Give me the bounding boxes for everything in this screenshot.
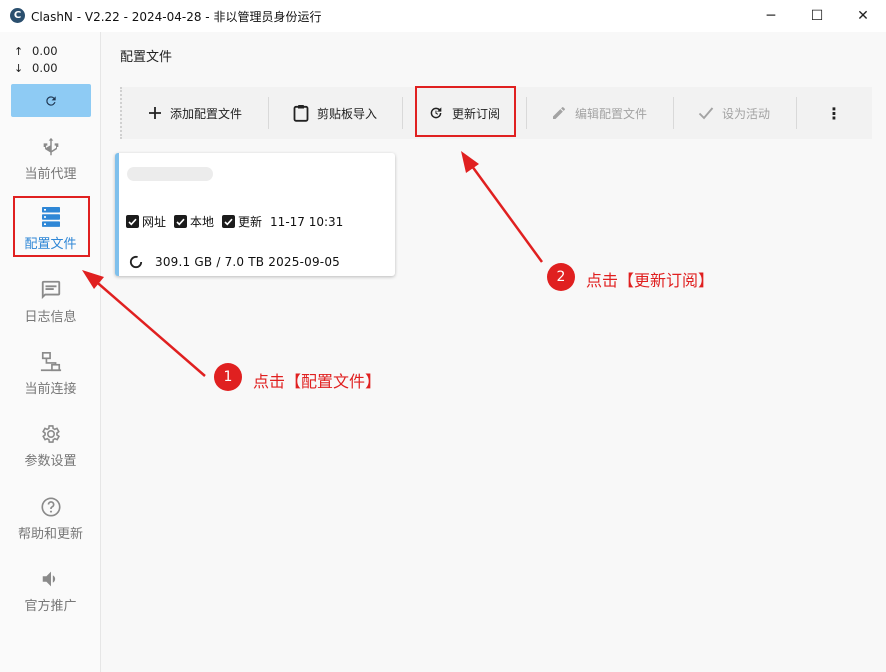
network-icon: [40, 347, 62, 373]
flag-label: 本地: [190, 215, 215, 229]
app-logo-icon: C: [10, 8, 25, 23]
sidebar-item-label: 帮助和更新: [17, 527, 83, 542]
clipboard-import-label: 剪贴板导入: [317, 106, 378, 121]
flag-label: 网址: [142, 215, 167, 229]
step-2-text: 点击【更新订阅】: [586, 271, 715, 290]
add-profile-button[interactable]: 添加配置文件: [148, 87, 242, 139]
toolbar-divider: [796, 97, 797, 129]
upload-speed: 0.00: [32, 44, 58, 58]
profile-card[interactable]: 网址 本地 更新 11-17 10:31 309.1 GB / 7.0 TB 2…: [115, 153, 395, 276]
sidebar: ↑ 0.00 ↓ 0.00 当前代理 配置文件 日志信息 当前连接 参数设置 帮…: [0, 32, 101, 672]
more-options-button[interactable]: ⋮: [826, 87, 842, 139]
message-icon: [40, 275, 62, 301]
step-1-badge: 1: [214, 363, 242, 391]
traffic-stats: ↑ 0.00 ↓ 0.00: [14, 43, 58, 77]
profile-flags-row: 网址 本地 更新 11-17 10:31: [126, 213, 343, 230]
sidebar-item-connections[interactable]: 当前连接: [0, 347, 101, 411]
checkbox-checked-icon: [126, 215, 139, 228]
maximize-button[interactable]: ☐: [794, 0, 840, 32]
add-profile-label: 添加配置文件: [170, 106, 243, 121]
minimize-button[interactable]: ─: [748, 0, 794, 32]
toolbar-divider: [402, 97, 403, 129]
help-icon: [40, 492, 62, 518]
download-speed: 0.00: [32, 61, 58, 75]
clipboard-import-button[interactable]: 剪贴板导入: [293, 87, 377, 139]
checkbox-checked-icon: [222, 215, 236, 228]
step-1-text: 点击【配置文件】: [253, 372, 382, 391]
edit-profile-button[interactable]: 编辑配置文件: [551, 87, 647, 139]
checkbox-checked-icon: [174, 215, 188, 228]
step-2-badge: 2: [547, 263, 575, 291]
sidebar-item-logs[interactable]: 日志信息: [0, 275, 101, 339]
download-stat: ↓ 0.00: [14, 60, 58, 77]
page-title: 配置文件: [120, 50, 173, 65]
flag-local: 本地: [174, 213, 214, 230]
gear-icon: [40, 419, 62, 445]
refresh-icon: [46, 95, 56, 106]
sidebar-item-current-proxy[interactable]: 当前代理: [0, 132, 101, 196]
sidebar-item-label: 当前代理: [24, 167, 77, 182]
proxy-hub-icon: [40, 132, 62, 158]
close-button[interactable]: ✕: [840, 0, 886, 32]
upload-arrow-icon: ↑: [14, 45, 24, 58]
profile-name-redacted: [127, 167, 213, 181]
sidebar-item-label: 官方推广: [24, 599, 77, 614]
title-bar: C ClashN - V2.22 - 2024-04-28 - 非以管理员身份运…: [0, 0, 886, 32]
speaker-icon: [40, 564, 62, 590]
pencil-icon: [553, 106, 565, 119]
refresh-button[interactable]: [11, 84, 91, 117]
toolbar-divider: [673, 97, 674, 129]
more-vert-icon: ⋮: [826, 103, 842, 123]
highlight-box-update-subscription: [415, 86, 516, 137]
flag-url: 网址: [126, 213, 166, 230]
updated-time: 11-17 10:31: [270, 214, 344, 229]
sidebar-item-promotion[interactable]: 官方推广: [0, 564, 101, 628]
toolbar-divider: [268, 97, 269, 129]
toolbar-divider: [526, 97, 527, 129]
flag-update: 更新: [222, 213, 262, 230]
edit-profile-label: 编辑配置文件: [575, 106, 648, 121]
usage-ring-icon: [129, 255, 143, 269]
download-arrow-icon: ↓: [14, 62, 24, 75]
clipboard-icon: [293, 105, 309, 122]
highlight-box-profiles: [13, 196, 90, 257]
set-active-label: 设为活动: [722, 106, 771, 121]
window-title: ClashN - V2.22 - 2024-04-28 - 非以管理员身份运行: [31, 10, 322, 24]
upload-stat: ↑ 0.00: [14, 43, 58, 60]
sidebar-item-label: 当前连接: [24, 382, 77, 397]
plus-icon: [149, 107, 161, 119]
flag-label: 更新: [238, 215, 263, 229]
check-icon: [698, 107, 714, 120]
usage-text: 309.1 GB / 7.0 TB 2025-09-05: [155, 255, 340, 269]
sidebar-item-label: 日志信息: [24, 310, 77, 325]
sidebar-item-help[interactable]: 帮助和更新: [0, 492, 101, 556]
set-active-button[interactable]: 设为活动: [698, 87, 770, 139]
sidebar-item-settings[interactable]: 参数设置: [0, 419, 101, 483]
profile-usage-row: 309.1 GB / 7.0 TB 2025-09-05: [129, 255, 340, 269]
sidebar-item-label: 参数设置: [24, 454, 77, 469]
